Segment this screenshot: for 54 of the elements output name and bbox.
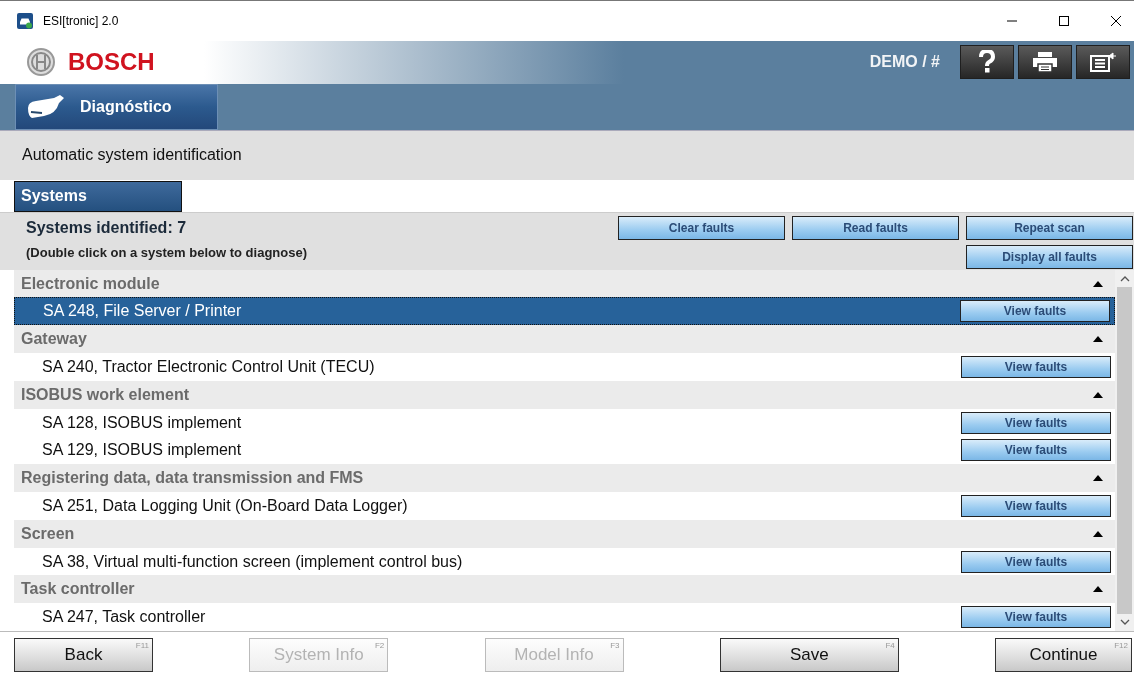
printer-icon bbox=[1032, 51, 1058, 74]
view-faults-button[interactable]: View faults bbox=[961, 355, 1111, 378]
system-name: SA 248, File Server / Printer bbox=[43, 302, 242, 321]
collapse-icon[interactable] bbox=[1093, 475, 1103, 482]
action-button[interactable]: Clear faults bbox=[618, 215, 785, 240]
view-faults-button[interactable]: View faults bbox=[961, 606, 1111, 629]
view-faults-button[interactable]: View faults bbox=[961, 411, 1111, 434]
app-icon bbox=[17, 12, 33, 29]
system-name: SA 128, ISOBUS implement bbox=[42, 413, 242, 432]
collapse-icon[interactable] bbox=[1093, 280, 1103, 287]
system-name: SA 129, ISOBUS implement bbox=[42, 441, 242, 460]
scroll-down-icon[interactable] bbox=[1119, 618, 1130, 627]
group-header[interactable]: Screen bbox=[14, 519, 1115, 548]
view-faults-button[interactable]: View faults bbox=[961, 439, 1111, 462]
list-button[interactable] bbox=[1076, 45, 1130, 80]
scroll-up-icon[interactable] bbox=[1119, 274, 1130, 283]
logo-icon bbox=[26, 47, 56, 78]
group-header[interactable]: Task controller bbox=[14, 575, 1115, 604]
group-header[interactable]: ISOBUS work element bbox=[14, 380, 1115, 409]
view-faults-button[interactable]: View faults bbox=[961, 550, 1111, 573]
system-name: SA 247, Task controller bbox=[42, 608, 206, 627]
hint-text: (Double click on a system below to diagnose) bbox=[26, 244, 307, 260]
group-header[interactable]: Electronic module bbox=[14, 269, 1115, 298]
systems-count: Systems identified: 7 bbox=[26, 218, 188, 237]
help-icon bbox=[978, 50, 996, 75]
view-faults-button[interactable]: View faults bbox=[960, 300, 1110, 323]
system-name: SA 240, Tractor Electronic Control Unit (TECU) bbox=[42, 357, 375, 376]
action-button[interactable]: Display all faults bbox=[966, 244, 1133, 269]
print-button[interactable] bbox=[1018, 45, 1072, 80]
user-label: DEMO / # bbox=[869, 53, 940, 72]
action-button[interactable]: Read faults bbox=[792, 215, 959, 240]
maximize-icon[interactable] bbox=[1058, 14, 1070, 27]
close-icon[interactable] bbox=[1110, 14, 1122, 27]
group-header[interactable]: Gateway bbox=[14, 325, 1115, 354]
collapse-icon[interactable] bbox=[1093, 336, 1103, 343]
collapse-icon[interactable] bbox=[1093, 391, 1103, 398]
brand-name: BOSCH bbox=[68, 48, 155, 77]
system-name: SA 38, Virtual multi-function screen (implement control bus) bbox=[42, 552, 463, 571]
list-arrow-icon bbox=[1090, 52, 1116, 73]
plug-icon bbox=[26, 93, 66, 120]
page-subtitle: Automatic system identification bbox=[22, 146, 242, 165]
systems-tab[interactable]: Systems bbox=[14, 180, 182, 212]
help-button[interactable] bbox=[960, 45, 1014, 80]
collapse-icon[interactable] bbox=[1093, 586, 1103, 593]
group-header[interactable]: Registering data, data transmission and FMS bbox=[14, 464, 1115, 493]
action-button[interactable]: Repeat scan bbox=[966, 215, 1133, 240]
system-name: SA 251, Data Logging Unit (On-Board Data Logger) bbox=[42, 496, 408, 515]
diagnostics-tab[interactable]: Diagnóstico bbox=[15, 83, 218, 130]
window-title: ESI[tronic] 2.0 bbox=[43, 13, 119, 28]
system-row[interactable]: SA 248, File Server / Printer View faults bbox=[14, 297, 1115, 326]
collapse-icon[interactable] bbox=[1093, 530, 1103, 537]
view-faults-button[interactable]: View faults bbox=[961, 494, 1111, 517]
scrollbar[interactable] bbox=[1115, 269, 1134, 632]
footer-button[interactable]: Continue $^{F12}$ bbox=[995, 637, 1132, 672]
